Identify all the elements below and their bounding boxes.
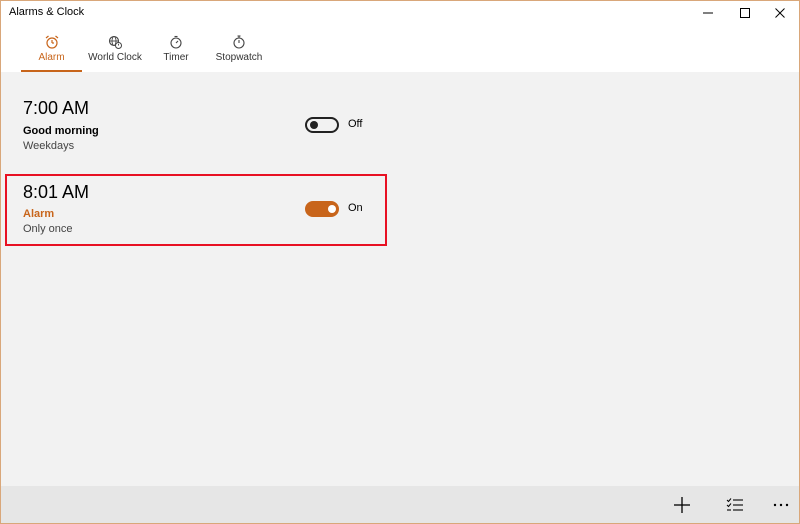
maximize-icon [740, 8, 750, 18]
select-items-icon [726, 498, 743, 511]
alarm-repeat: Only once [23, 223, 73, 235]
toggle-knob [310, 121, 318, 129]
tab-bar: Alarm World Clock Timer Stopwatch [1, 25, 799, 72]
world-clock-icon [108, 35, 122, 49]
tab-alarm[interactable]: Alarm [21, 35, 82, 72]
timer-icon [170, 35, 182, 49]
stopwatch-icon [233, 35, 245, 49]
alarm-list: 7:00 AM Good morning Weekdays Off 8:01 A… [1, 72, 799, 486]
tab-stopwatch[interactable]: Stopwatch [213, 35, 265, 72]
more-icon [773, 503, 789, 507]
add-icon [674, 497, 690, 513]
maximize-button[interactable] [728, 1, 762, 25]
alarm-name: Alarm [23, 208, 55, 220]
add-alarm-button[interactable] [670, 493, 694, 517]
list-item[interactable]: 8:01 AM Alarm Only once On [5, 174, 387, 246]
close-button[interactable] [763, 1, 797, 25]
tab-stopwatch-label: Stopwatch [215, 52, 263, 63]
tab-world-clock[interactable]: World Clock [87, 35, 143, 72]
tab-timer-label: Timer [163, 52, 189, 63]
command-bar [1, 486, 799, 523]
minimize-icon [703, 12, 713, 14]
toggle-state-label: On [348, 202, 363, 214]
select-alarms-button[interactable] [723, 493, 747, 517]
tab-world-clock-label: World Clock [88, 52, 142, 63]
app-window: Alarms & Clock Alarm World Clock Timer S… [0, 0, 800, 524]
toggle-knob [328, 205, 336, 213]
toggle-state-label: Off [348, 118, 363, 130]
more-options-button[interactable] [769, 493, 793, 517]
tab-alarm-label: Alarm [38, 52, 65, 63]
alarm-repeat: Weekdays [23, 140, 75, 152]
alarm-toggle[interactable] [305, 117, 339, 133]
alarm-toggle[interactable] [305, 201, 339, 217]
alarm-time: 8:01 AM [23, 182, 90, 202]
window-title: Alarms & Clock [9, 6, 85, 18]
close-icon [775, 8, 785, 18]
tab-timer[interactable]: Timer [156, 35, 196, 72]
list-item[interactable]: 7:00 AM Good morning Weekdays Off [5, 90, 387, 160]
alarm-clock-icon [45, 35, 58, 49]
alarm-name: Good morning [23, 125, 99, 137]
alarm-time: 7:00 AM [23, 98, 90, 118]
minimize-button[interactable] [691, 1, 725, 25]
title-bar: Alarms & Clock [1, 1, 799, 25]
